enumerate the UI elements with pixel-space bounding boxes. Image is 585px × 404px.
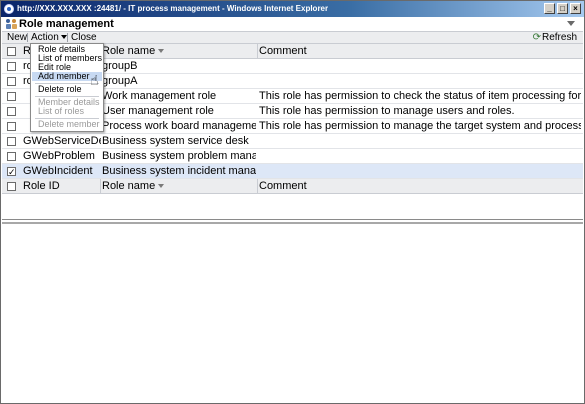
refresh-icon: ⟳ (532, 32, 541, 43)
select-all-checkbox[interactable] (7, 47, 16, 56)
row-checkbox[interactable] (7, 92, 16, 101)
new-button[interactable]: New (5, 32, 29, 43)
maximize-button[interactable]: □ (557, 3, 568, 14)
comment-cell: This role has permission to manage the t… (259, 120, 581, 132)
window-title: http://XXX.XXX.XXX :24481/ - IT process … (17, 4, 329, 13)
row-checkbox[interactable] (7, 77, 16, 86)
row-checkbox[interactable] (7, 62, 16, 71)
footer-comment[interactable]: Comment (259, 179, 581, 193)
sort-icon (158, 49, 165, 53)
role-name-cell: Business system incident management (102, 165, 256, 177)
refresh-label: Refresh (541, 32, 577, 43)
role-name-cell: Business system service desk (102, 135, 249, 147)
row-checkbox-checked[interactable]: ✓ (7, 167, 16, 177)
sort-icon (158, 184, 165, 188)
comment-cell: This role has permission to manage users… (259, 105, 515, 117)
action-menu-button[interactable]: Action (29, 32, 69, 43)
collapse-icon[interactable] (567, 21, 575, 26)
role-id-cell: GWebServiceDesk (23, 135, 101, 147)
action-label: Action (31, 32, 59, 43)
table-footer-row: Role ID Role name Comment (2, 179, 583, 194)
role-name-cell: groupB (102, 60, 138, 72)
role-id-cell: GWebIncident (23, 165, 93, 177)
hand-cursor-icon: ☝ (90, 72, 99, 88)
comment-cell: This role has permission to check the st… (259, 90, 581, 102)
role-name-cell: Process work board management role (102, 120, 256, 132)
close-button[interactable]: Close (69, 32, 99, 43)
close-window-button[interactable]: × (570, 3, 581, 14)
row-checkbox[interactable] (7, 122, 16, 131)
role-id-cell: GWebProblem (23, 150, 95, 162)
table-row-selected[interactable]: ✓ GWebIncident Business system incident … (2, 164, 583, 179)
column-header-role-name[interactable]: Role name (102, 44, 256, 58)
role-name-cell: User management role (102, 105, 214, 117)
dropdown-arrow-icon (60, 35, 67, 39)
select-all-checkbox-footer[interactable] (7, 182, 16, 191)
window-controls: _ □ × (544, 3, 581, 14)
table-row[interactable]: GWebServiceDesk Business system service … (2, 134, 583, 149)
role-name-cell: Work management role (102, 90, 217, 102)
menu-item-delete-member: Delete member (38, 119, 100, 129)
row-checkbox[interactable] (7, 137, 16, 146)
footer-role-id[interactable]: Role ID (23, 179, 101, 193)
browser-window: http://XXX.XXX.XXX :24481/ - IT process … (0, 0, 585, 404)
minimize-button[interactable]: _ (544, 3, 555, 14)
row-checkbox[interactable] (7, 152, 16, 161)
page-title: Role management (19, 18, 114, 30)
refresh-button[interactable]: ⟳Refresh (533, 32, 577, 43)
title-bar: http://XXX.XXX.XXX :24481/ - IT process … (1, 1, 584, 17)
internet-explorer-icon (4, 4, 14, 14)
role-name-cell: Business system problem management (102, 150, 256, 162)
table-row[interactable]: GWebProblem Business system problem mana… (2, 149, 583, 164)
role-name-cell: groupA (102, 75, 138, 87)
footer-role-name[interactable]: Role name (102, 179, 256, 193)
detail-pane (2, 222, 583, 403)
column-header-comment[interactable]: Comment (259, 44, 581, 58)
row-checkbox[interactable] (7, 107, 16, 116)
panel-header: Role management (2, 17, 583, 31)
role-management-icon (6, 19, 17, 29)
menu-item-list-of-roles: List of roles (38, 106, 85, 116)
